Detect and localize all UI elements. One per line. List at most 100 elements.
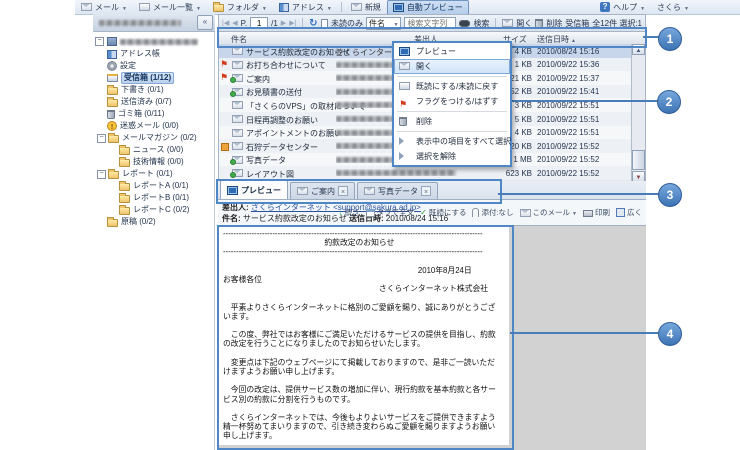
close-icon[interactable] xyxy=(421,186,431,196)
folder-label: 迷惑メール (0/0) xyxy=(120,121,179,131)
toolbar-mail-list-button[interactable]: メール一覧 xyxy=(133,0,207,15)
action-mark-read-button[interactable]: 既読にする xyxy=(420,207,466,218)
webmail-app: メールメール一覧フォルダアドレス新規自動プレビュー ヘルプさくら P. /1 未… xyxy=(0,0,740,450)
sidebar-item-settings[interactable]: 設定 xyxy=(93,60,214,72)
refresh-icon[interactable] xyxy=(309,18,317,29)
sidebar-item-junk[interactable]: 迷惑メール (0/0) xyxy=(93,120,214,132)
sidebar-item-tech-info[interactable]: 技術情報 (0/0) xyxy=(93,156,214,168)
sidebar-item-report-b[interactable]: レポートB (0/1) xyxy=(93,192,214,204)
tab-label: 写真データ xyxy=(378,186,418,197)
expand-toggle-icon[interactable] xyxy=(97,134,106,143)
sidebar-item-report-a[interactable]: レポートA (0/1) xyxy=(93,180,214,192)
sidebar-item-report-c[interactable]: レポートC (0/2) xyxy=(93,204,214,216)
sidebar-item-sent[interactable]: 送信済み (0/7) xyxy=(93,96,214,108)
sidebar-item-address-book[interactable]: アドレス帳 xyxy=(93,48,214,60)
expand-toggle-icon[interactable] xyxy=(95,37,104,46)
sidebar-collapse-button[interactable] xyxy=(197,15,213,30)
folder-icon xyxy=(119,207,130,215)
toolbar-folder-button[interactable]: フォルダ xyxy=(207,0,273,15)
mail-subject: サービス約款改定のお知らせ xyxy=(246,47,350,58)
context-menu-item-mark-read[interactable]: 既読にする/未読に戻す xyxy=(394,79,510,94)
context-menu-item-preview[interactable]: プレビュー xyxy=(394,44,510,59)
toolbar-address-button[interactable]: アドレス xyxy=(273,0,338,15)
close-icon[interactable] xyxy=(338,186,348,196)
toolbar-mail-button[interactable]: メール xyxy=(75,0,133,15)
context-menu-item-flag[interactable]: フラグをつける/はずす xyxy=(394,94,510,109)
folder-label: 下書き (0/1) xyxy=(121,85,164,95)
full-tab-icon xyxy=(366,209,375,217)
toolbar-auto-preview-button[interactable]: 自動プレビュー xyxy=(387,0,469,15)
action-label: このメール xyxy=(533,207,571,218)
scroll-up-icon[interactable] xyxy=(632,44,645,55)
tab-info[interactable]: ご案内 xyxy=(290,182,355,199)
folder-tree: アドレス帳設定受信箱 (1/12)下書き (0/1)送信済み (0/7)ゴミ箱 … xyxy=(93,48,214,228)
tab-preview[interactable]: プレビュー xyxy=(220,180,288,199)
message-actions: 続きタブで全文既読にする添付:なし このメール 印刷広く xyxy=(339,207,642,218)
first-page-button[interactable] xyxy=(222,19,229,27)
delete-button[interactable]: 削除 xyxy=(546,18,562,29)
next-page-button[interactable] xyxy=(281,19,286,27)
message-header: 差出人: さくらインターネット <support@sakura.ad.jp> 件… xyxy=(218,200,646,226)
sidebar-item-inbox[interactable]: 受信箱 (1/12) xyxy=(93,72,214,84)
sidebar-item-trash[interactable]: ゴミ箱 (0/11) xyxy=(93,108,214,120)
delete-icon xyxy=(399,117,407,126)
folder-icon xyxy=(213,4,224,12)
toolbar-new-button[interactable]: 新規 xyxy=(345,0,387,15)
help-icon xyxy=(600,2,610,12)
prev-page-button[interactable] xyxy=(232,19,237,27)
page-number-input[interactable] xyxy=(250,17,268,29)
more-icon xyxy=(339,208,343,217)
action-label: 続き xyxy=(345,207,360,218)
divider xyxy=(302,18,303,28)
sidebar-item-news[interactable]: ニュース (0/0) xyxy=(93,144,214,156)
last-page-button[interactable] xyxy=(289,19,296,27)
action-full-tab-button[interactable]: タブで全文 xyxy=(366,207,415,218)
mail-date: 2010/09/22 15:51 xyxy=(537,128,599,137)
chevron-down-icon xyxy=(684,3,689,12)
tab-photo-data[interactable]: 写真データ xyxy=(357,182,438,199)
context-menu-item-open[interactable]: 開く xyxy=(394,59,510,74)
action-attachment-button[interactable]: 添付:なし xyxy=(472,207,513,218)
context-menu-item-select-all[interactable]: 表示中の項目をすべて選択 xyxy=(394,134,510,149)
open-button[interactable]: 開く xyxy=(516,18,532,29)
page-label: P. xyxy=(241,19,248,28)
search-input[interactable] xyxy=(404,17,456,29)
envelope-icon xyxy=(232,101,243,109)
toolbar-sakura-button[interactable]: さくら xyxy=(651,0,695,15)
search-button[interactable]: 検索 xyxy=(473,18,489,29)
chevron-down-icon xyxy=(196,3,201,12)
toolbar-help-button[interactable]: ヘルプ xyxy=(594,0,651,15)
sidebar-item-draft-docs[interactable]: 原稿 (0/2) xyxy=(93,216,214,228)
sidebar-item-mailmag[interactable]: メールマガジン (0/2) xyxy=(93,132,214,144)
menu-item-label: フラグをつける/はずす xyxy=(416,97,498,106)
action-this-mail-button[interactable]: このメール xyxy=(520,207,577,218)
sidebar-item-report[interactable]: レポート (0/1) xyxy=(93,168,214,180)
search-scope-select[interactable]: 件名 xyxy=(366,17,401,30)
toolbar-button-label: フォルダ xyxy=(227,2,259,13)
env-icon xyxy=(297,187,308,195)
mail-size: 623 KB xyxy=(475,169,532,178)
callout-badge-4: 4 xyxy=(658,322,682,346)
scrollbar-thumb[interactable] xyxy=(632,150,645,170)
action-widen-button[interactable]: 広く xyxy=(616,207,642,218)
env-icon xyxy=(364,187,375,195)
mail-row[interactable]: レイアウト図623 KB2010/09/22 15:52 xyxy=(219,166,631,181)
list-scrollbar[interactable] xyxy=(631,44,645,182)
unread-only-checkbox[interactable] xyxy=(321,19,328,28)
delete-icon xyxy=(535,19,543,28)
action-more-button[interactable]: 続き xyxy=(339,207,360,218)
account-root-node[interactable] xyxy=(93,32,214,48)
sidebar-item-drafts[interactable]: 下書き (0/1) xyxy=(93,84,214,96)
expand-toggle-icon[interactable] xyxy=(97,170,106,179)
folder-label: 原稿 (0/2) xyxy=(121,217,156,227)
attachment-marker-icon xyxy=(221,143,229,151)
folder-icon xyxy=(119,195,130,203)
trash-icon xyxy=(107,110,115,119)
folder-label: 技術情報 (0/0) xyxy=(133,157,184,167)
context-menu-item-delete[interactable]: 削除 xyxy=(394,114,510,129)
action-print-button[interactable]: 印刷 xyxy=(583,207,610,218)
context-menu-item-deselect[interactable]: 選択を解除 xyxy=(394,149,510,164)
chevron-down-icon xyxy=(122,3,127,12)
callout-line-4 xyxy=(510,332,659,334)
envelope-icon xyxy=(232,115,243,123)
